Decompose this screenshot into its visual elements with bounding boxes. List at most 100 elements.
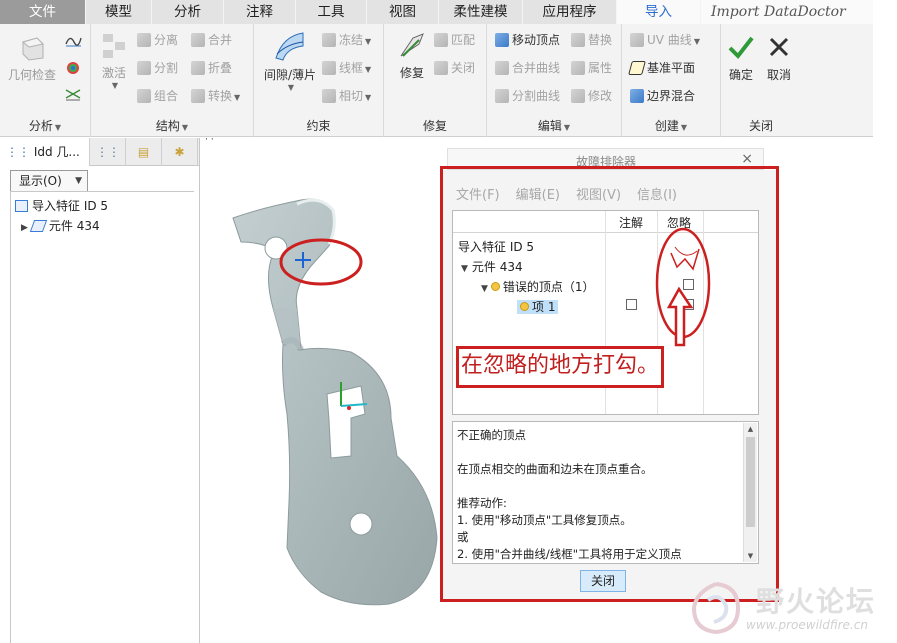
cube-icon: [17, 32, 47, 62]
tab-model[interactable]: 模型: [86, 0, 152, 24]
separate-button[interactable]: 分离: [137, 30, 178, 50]
freeze-icon: [322, 33, 336, 47]
merge-button[interactable]: 合并: [191, 30, 232, 50]
wireframe-icon: [322, 61, 336, 75]
analysis-small-icon-3[interactable]: [64, 86, 82, 102]
model-tree-panel: ⋮⋮ Idd 几... ⋮⋮ ▤ ✱ 显示(O) ▼ 导入特征 ID 5 ▶ 元件 …: [0, 138, 200, 643]
activate-button[interactable]: 激活 ▼: [95, 30, 133, 90]
menu-view[interactable]: 视图(V): [576, 184, 621, 204]
table-row-bad-vertex[interactable]: ▼ 错误的顶点（1）: [481, 278, 595, 295]
table-row-item-1[interactable]: 项 1: [517, 298, 559, 315]
tab-view[interactable]: 视图: [367, 0, 439, 24]
tree-item-import-feature[interactable]: 导入特征 ID 5: [11, 196, 194, 216]
merge-curve-button[interactable]: 合并曲线: [495, 58, 560, 78]
tab-tools[interactable]: 工具: [296, 0, 367, 24]
property-button[interactable]: 属性: [571, 58, 612, 78]
scroll-up-icon[interactable]: ▲: [744, 423, 757, 435]
show-dropdown[interactable]: 显示(O) ▼: [10, 170, 88, 192]
annotation-instruction: 在忽略的地方打勾。: [456, 346, 665, 388]
replace-icon: [571, 33, 585, 47]
analysis-small-icon-2[interactable]: [64, 60, 82, 76]
convert-button[interactable]: 转换 ▼: [191, 86, 240, 106]
tab-import-datadoctor[interactable]: Import DataDoctor: [701, 0, 873, 24]
group-label-structure[interactable]: 结构 ▼: [91, 117, 253, 134]
dialog-close-icon[interactable]: ×: [741, 151, 753, 167]
datum-plane-button[interactable]: 基准平面: [628, 58, 695, 78]
checkmark-icon: [726, 34, 756, 62]
panel-tab-folders[interactable]: ▤: [126, 138, 162, 166]
collapse-arrow-icon[interactable]: ▼: [481, 284, 488, 294]
tab-file[interactable]: 文件: [0, 0, 86, 24]
wireframe-button[interactable]: 线框 ▼: [322, 58, 371, 78]
description-line: 不正确的顶点: [457, 428, 526, 442]
panel-tab-model-tree[interactable]: ⋮⋮ Idd 几...: [0, 138, 90, 166]
star-icon: ✱: [174, 145, 185, 159]
layers-tree-icon: ⋮⋮: [96, 145, 120, 159]
group-label-analysis[interactable]: 分析 ▼: [0, 117, 90, 134]
split-button[interactable]: 分割: [137, 58, 178, 78]
modify-button[interactable]: 修改: [571, 86, 612, 106]
ok-button[interactable]: 确定: [723, 34, 759, 83]
move-vertex-button[interactable]: 移动顶点: [495, 30, 560, 50]
geometry-check-button[interactable]: 几何检查: [4, 32, 60, 83]
import-feature-icon: [15, 200, 28, 212]
collapse-arrow-icon[interactable]: ▼: [461, 264, 468, 274]
tab-applications[interactable]: 应用程序: [523, 0, 617, 24]
group-label-create[interactable]: 创建 ▼: [622, 117, 720, 134]
cancel-button[interactable]: 取消: [761, 34, 797, 83]
panel-tab-structure[interactable]: ⋮⋮: [90, 138, 126, 166]
panel-tab-favorites[interactable]: ✱: [162, 138, 198, 166]
uv-curve-icon: [630, 33, 644, 47]
match-icon: [434, 33, 448, 47]
description-scrollbar[interactable]: ▲ ▼: [743, 423, 757, 562]
group-label-constraint: 约束: [306, 119, 331, 133]
split-curve-button[interactable]: 分割曲线: [495, 86, 560, 106]
scroll-down-icon[interactable]: ▼: [744, 550, 757, 562]
warning-dot-icon: [520, 302, 529, 311]
match-button[interactable]: 匹配: [434, 30, 475, 50]
group-button[interactable]: 组合: [137, 86, 178, 106]
chevron-down-icon: ▼: [75, 176, 82, 186]
tab-analysis[interactable]: 分析: [152, 0, 224, 24]
fold-button[interactable]: 折叠: [191, 58, 232, 78]
repair-button[interactable]: 修复: [390, 30, 434, 81]
uv-curve-button[interactable]: UV 曲线 ▼: [630, 30, 700, 50]
replace-button[interactable]: 替换: [571, 30, 612, 50]
menu-file[interactable]: 文件(F): [456, 184, 500, 204]
group-close: 确定 取消 关闭: [721, 24, 801, 137]
ribbon-tab-bar: 文件 模型 分析 注释 工具 视图 柔性建模 应用程序 导入 Import Da…: [0, 0, 873, 24]
ignore-checkbox-item-1[interactable]: [683, 299, 694, 310]
tangent-button[interactable]: 相切 ▼: [322, 86, 371, 106]
tab-import[interactable]: 导入: [617, 0, 701, 24]
description-line: 或: [457, 530, 469, 544]
table-row-import-feature[interactable]: 导入特征 ID 5: [458, 238, 534, 255]
close-gap-button[interactable]: 关闭: [434, 58, 475, 78]
ribbon: 几何检查 分析▼ 激活 ▼ 分离 合并 分割 折叠 组合 转换▼ 结构▼: [0, 24, 873, 137]
freeze-button[interactable]: 冻结 ▼: [322, 30, 371, 50]
gap-sliver-button[interactable]: 间隙/薄片 ▼: [258, 30, 322, 92]
scroll-thumb[interactable]: [746, 437, 755, 527]
watermark-title: 野火论坛: [756, 585, 877, 618]
menu-info[interactable]: 信息(I): [637, 184, 677, 204]
note-checkbox-item-1[interactable]: [626, 299, 637, 310]
ignore-checkbox-bad-vertex[interactable]: [683, 279, 694, 290]
column-ignore[interactable]: 忽略: [667, 214, 691, 231]
tree-item-component[interactable]: ▶ 元件 434: [11, 216, 194, 236]
fold-icon: [191, 61, 205, 75]
modify-icon: [571, 89, 585, 103]
boundary-blend-icon: [630, 89, 644, 103]
panel-tabs: ⋮⋮ Idd 几... ⋮⋮ ▤ ✱: [0, 138, 199, 166]
dialog-close-button[interactable]: 关闭: [580, 570, 626, 592]
analysis-small-icon-1[interactable]: [64, 32, 82, 48]
table-row-component[interactable]: ▼ 元件 434: [461, 258, 523, 275]
group-constraint: 间隙/薄片 ▼ 冻结 ▼ 线框 ▼ 相切 ▼ 约束: [254, 24, 384, 137]
tab-flexible-modeling[interactable]: 柔性建模: [439, 0, 523, 24]
expand-arrow-icon[interactable]: ▶: [21, 223, 28, 233]
watermark: 野火论坛 www.proewildfire.cn: [686, 578, 886, 638]
group-label-edit[interactable]: 编辑 ▼: [487, 117, 621, 134]
menu-edit[interactable]: 编辑(E): [516, 184, 560, 204]
group-analysis: 几何检查 分析 ▼: [0, 24, 91, 137]
boundary-blend-button[interactable]: 边界混合: [630, 86, 695, 106]
tab-annotate[interactable]: 注释: [224, 0, 296, 24]
column-note[interactable]: 注解: [619, 214, 643, 231]
